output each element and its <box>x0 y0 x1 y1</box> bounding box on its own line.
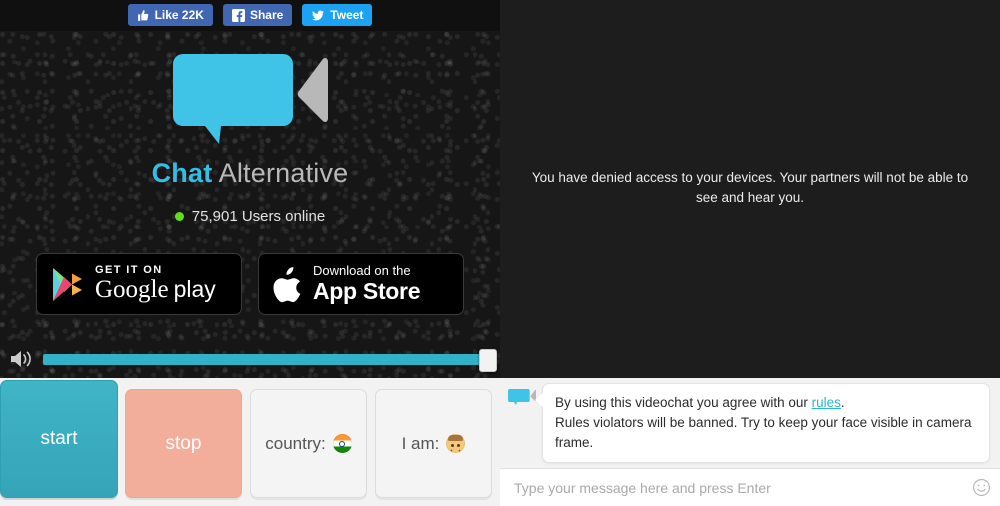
thumbs-up-icon <box>137 9 148 21</box>
google-play-small-label: GET IT ON <box>95 264 163 277</box>
man-face-emoji <box>446 434 466 453</box>
facebook-like-button[interactable]: Like 22K <box>127 4 213 26</box>
message-input-row <box>500 468 1000 506</box>
google-play-badge[interactable]: GET IT ON Google play <box>36 253 242 315</box>
start-button[interactable]: start <box>0 380 118 498</box>
gender-selector-button[interactable]: I am: <box>375 389 492 498</box>
like-button-label: Like 22K <box>154 8 204 22</box>
brand-name-first: Chat <box>151 158 213 188</box>
system-message-row: By using this videochat you agree with o… <box>508 383 990 463</box>
device-access-denied-message: You have denied access to your devices. … <box>531 170 969 205</box>
brand-name-second: Alternative <box>212 158 349 188</box>
emoji-picker-button[interactable] <box>963 469 1000 506</box>
chat-panel: By using this videochat you agree with o… <box>500 378 1000 506</box>
volume-slider-track[interactable] <box>43 348 497 372</box>
volume-control[interactable] <box>0 346 500 372</box>
country-button-label: country: <box>265 433 326 453</box>
country-selector-button[interactable]: country: <box>250 389 367 498</box>
tweet-button-label: Tweet <box>330 8 364 22</box>
page-title: Chat Alternative <box>0 158 500 189</box>
video-chat-bubble-icon <box>508 389 536 406</box>
chat-controls: start stop country: I am: <box>0 378 500 506</box>
share-button-label: Share <box>249 8 284 22</box>
app-store-text: Download on the App Store <box>313 262 421 304</box>
google-play-text: GET IT ON Google play <box>95 264 216 303</box>
remote-video-panel: You have denied access to your devices. … <box>500 0 1000 378</box>
stop-button[interactable]: stop <box>125 389 242 498</box>
system-message-text-1: By using this videochat you agree with o… <box>555 395 812 410</box>
google-play-big-label: Google <box>95 276 169 304</box>
app-store-big-label: App Store <box>313 277 421 304</box>
message-input[interactable] <box>500 469 963 506</box>
users-online-status: 75,901 Users online <box>0 208 500 225</box>
system-message-text-2: . <box>840 395 845 410</box>
app-store-small-label: Download on the <box>313 262 411 278</box>
system-message-text-3: Rules violators will be banned. Try to k… <box>555 414 972 450</box>
facebook-icon <box>231 8 245 22</box>
brand-logo <box>0 50 500 145</box>
twitter-tweet-button[interactable]: Tweet <box>302 4 373 26</box>
app-store-badge[interactable]: Download on the App Store <box>258 253 464 315</box>
bottom-bar: start stop country: I am: By using this … <box>0 378 1000 506</box>
video-chat-bubble-icon <box>172 53 328 144</box>
facebook-share-button[interactable]: Share <box>222 4 293 26</box>
twitter-bird-icon <box>312 10 325 20</box>
speaker-volume-icon <box>11 351 31 367</box>
smiley-face-icon <box>973 479 990 496</box>
local-video-panel: Like 22K Share Tweet Chat Alternative 75… <box>0 0 500 378</box>
india-flag-emoji <box>332 434 352 453</box>
rules-link[interactable]: rules <box>812 395 841 410</box>
stop-button-label: stop <box>165 432 202 454</box>
gender-button-label: I am: <box>401 433 440 453</box>
videochat-app: Like 22K Share Tweet Chat Alternative 75… <box>0 0 1000 506</box>
online-dot-icon <box>174 212 184 221</box>
users-online-label: 75,901 Users online <box>191 208 326 225</box>
social-share-bar: Like 22K Share Tweet <box>0 3 500 27</box>
google-play-triangle-icon <box>53 267 82 301</box>
apple-logo-icon <box>273 266 301 302</box>
google-play-suffix-label: play <box>173 276 216 303</box>
app-store-badges: GET IT ON Google play Download on the Ap… <box>0 252 500 316</box>
volume-slider-handle[interactable] <box>479 348 497 372</box>
start-button-label: start <box>40 428 78 449</box>
system-message-bubble: By using this videochat you agree with o… <box>534 383 990 463</box>
